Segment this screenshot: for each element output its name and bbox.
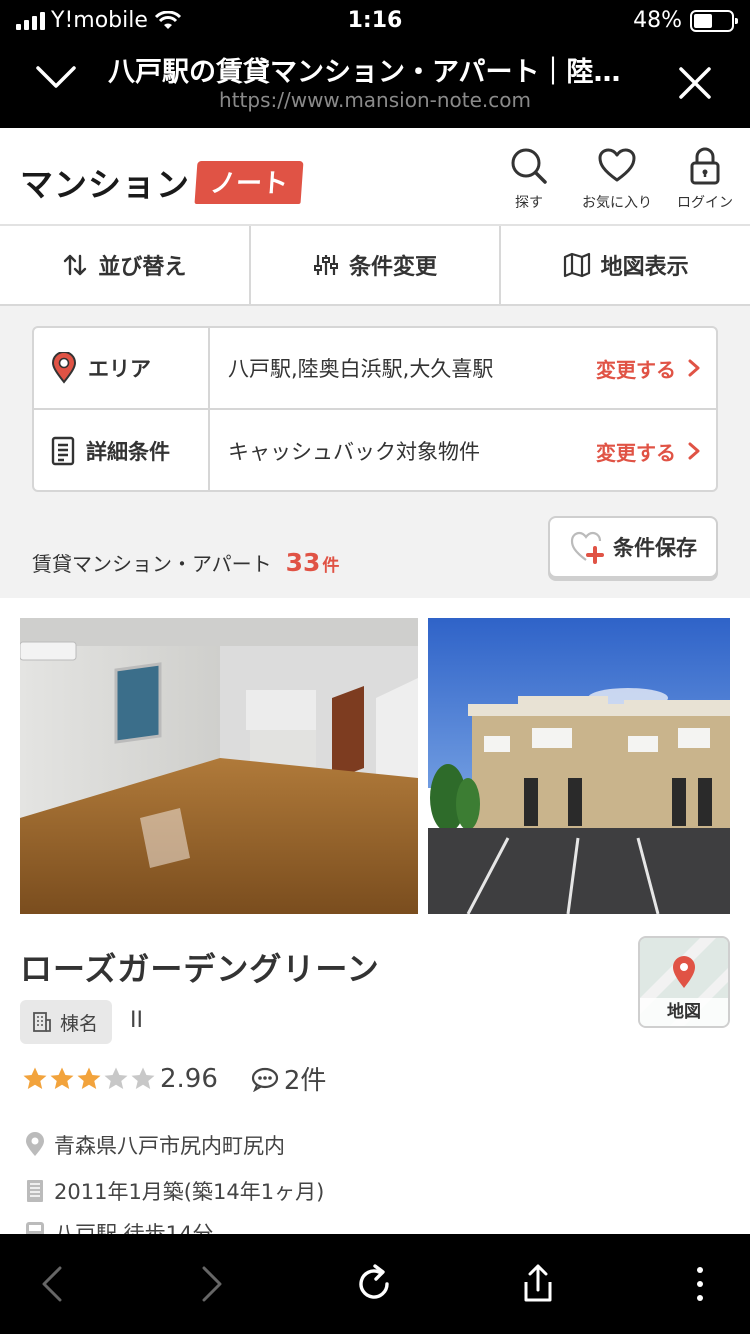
review-count-text: 2件 <box>283 1066 327 1096</box>
star-icon <box>131 1067 155 1089</box>
chevron-right-icon <box>688 359 700 377</box>
condition-area-label: エリア <box>34 328 210 408</box>
url-bar: 八戸駅の賃貸マンション・アパート｜陸… https://www.mansion-… <box>0 46 750 124</box>
map-view-button[interactable]: 地図表示 <box>501 226 750 304</box>
detail-change-link[interactable]: 変更する <box>596 437 716 466</box>
filter-label: 条件変更 <box>349 255 438 280</box>
sort-label: 並び替え <box>98 255 187 280</box>
star-icon <box>77 1067 101 1089</box>
built-text: 2011年1月築(築14年1ヶ月) <box>54 1180 325 1204</box>
lock-icon <box>690 147 720 185</box>
result-category: 賃貸マンション・アパート <box>32 552 272 576</box>
star-icon <box>50 1067 74 1089</box>
detail-value: キャッシュバック対象物件 <box>228 440 480 464</box>
speech-bubble-icon <box>251 1067 278 1092</box>
area-change-link[interactable]: 変更する <box>596 354 716 383</box>
map-button[interactable]: 地図 <box>638 936 730 1028</box>
save-conditions-button[interactable]: 条件保存 <box>548 516 718 578</box>
building-icon <box>33 1012 51 1032</box>
star-icon <box>104 1067 128 1089</box>
star-icon <box>23 1067 47 1089</box>
login-button[interactable]: ログイン <box>660 146 750 212</box>
location-pin-icon <box>51 352 77 384</box>
review-count[interactable]: 2件 <box>250 1060 327 1097</box>
heart-plus-icon <box>570 531 604 564</box>
battery-icon <box>690 9 738 32</box>
save-conditions-label: 条件保存 <box>613 536 697 560</box>
control-row: 並び替え 条件変更 地図表示 <box>0 226 750 306</box>
built-row: 2011年1月築(築14年1ヶ月) <box>24 1176 324 1206</box>
building-tag-label: 棟名 <box>60 1012 99 1035</box>
result-count: 賃貸マンション・アパート 33 件 <box>32 548 339 577</box>
area-value: 八戸駅,陸奥白浜駅,大久喜駅 <box>228 357 494 381</box>
detail-label-text: 詳細条件 <box>86 440 170 464</box>
address-row: 青森県八戸市尻内町尻内 <box>24 1130 285 1160</box>
listing-card[interactable]: ローズガーデングリーン 地図 棟名 II 2.96 2件 青森県八戸市尻内町尻内… <box>0 598 750 1246</box>
close-icon[interactable] <box>678 66 712 100</box>
detail-change-text: 変更する <box>596 440 676 465</box>
search-conditions-section: エリア 八戸駅,陸奥白浜駅,大久喜駅 変更する 詳細条件 キャッシュバック対象物… <box>0 306 750 598</box>
sort-icon <box>64 254 87 276</box>
reload-icon[interactable] <box>353 1262 397 1306</box>
browser-top-bar: Y!mobile 1:16 48% 八戸駅の賃貸マンション・アパート｜陸… ht… <box>0 0 750 128</box>
interior-photo[interactable] <box>20 618 418 914</box>
search-icon <box>511 148 547 184</box>
favorites-button[interactable]: お気に入り <box>572 146 662 212</box>
area-change-text: 変更する <box>596 357 676 382</box>
battery-status: 48% <box>633 8 738 33</box>
site-logo[interactable]: マンション ノート <box>20 158 304 206</box>
login-label: ログイン <box>677 195 733 211</box>
location-pin-icon <box>26 1132 44 1156</box>
rating-stars <box>22 1066 156 1092</box>
back-arrow-icon[interactable] <box>30 1262 74 1306</box>
condition-area-row[interactable]: エリア 八戸駅,陸奥白浜駅,大久喜駅 変更する <box>34 328 716 410</box>
condition-detail-label: 詳細条件 <box>34 410 210 490</box>
browser-toolbar <box>0 1234 750 1334</box>
logo-text: マンション <box>20 166 190 203</box>
page-title: 八戸駅の賃貸マンション・アパート｜陸… <box>108 57 621 88</box>
exterior-photo[interactable] <box>428 618 730 914</box>
sliders-icon <box>314 255 338 275</box>
page-url[interactable]: https://www.mansion-note.com <box>0 88 750 112</box>
share-icon[interactable] <box>516 1262 560 1306</box>
result-number: 33 <box>285 548 321 577</box>
conditions-box: エリア 八戸駅,陸奥白浜駅,大久喜駅 変更する 詳細条件 キャッシュバック対象物… <box>32 326 718 492</box>
battery-percent: 48% <box>633 8 682 33</box>
address-text: 青森県八戸市尻内町尻内 <box>54 1134 285 1158</box>
building-tag-value: II <box>130 1008 143 1033</box>
site-header: マンション ノート 探す お気に入り ログイン <box>0 128 750 226</box>
area-label-text: エリア <box>88 357 151 381</box>
more-icon[interactable] <box>678 1262 722 1306</box>
map-button-label: 地図 <box>640 998 728 1026</box>
heart-icon <box>598 148 636 182</box>
search-label: 探す <box>515 195 543 211</box>
chevron-right-icon <box>688 442 700 460</box>
map-icon <box>563 252 590 278</box>
result-unit: 件 <box>322 556 340 576</box>
forward-arrow-icon[interactable] <box>190 1262 234 1306</box>
logo-badge: ノート <box>194 160 304 204</box>
property-name[interactable]: ローズガーデングリーン <box>20 944 380 990</box>
map-view-label: 地図表示 <box>600 255 689 280</box>
status-bar: Y!mobile 1:16 48% <box>0 0 750 40</box>
search-button[interactable]: 探す <box>484 146 574 212</box>
rating-row: 2.96 2件 <box>22 1060 326 1097</box>
rating-score: 2.96 <box>160 1063 218 1094</box>
document-icon <box>51 436 75 466</box>
building-year-icon <box>27 1180 43 1202</box>
sort-button[interactable]: 並び替え <box>0 226 251 304</box>
filter-button[interactable]: 条件変更 <box>251 226 502 304</box>
condition-detail-row[interactable]: 詳細条件 キャッシュバック対象物件 変更する <box>34 410 716 490</box>
building-name-tag: 棟名 <box>20 1000 113 1044</box>
favorites-label: お気に入り <box>582 195 652 211</box>
